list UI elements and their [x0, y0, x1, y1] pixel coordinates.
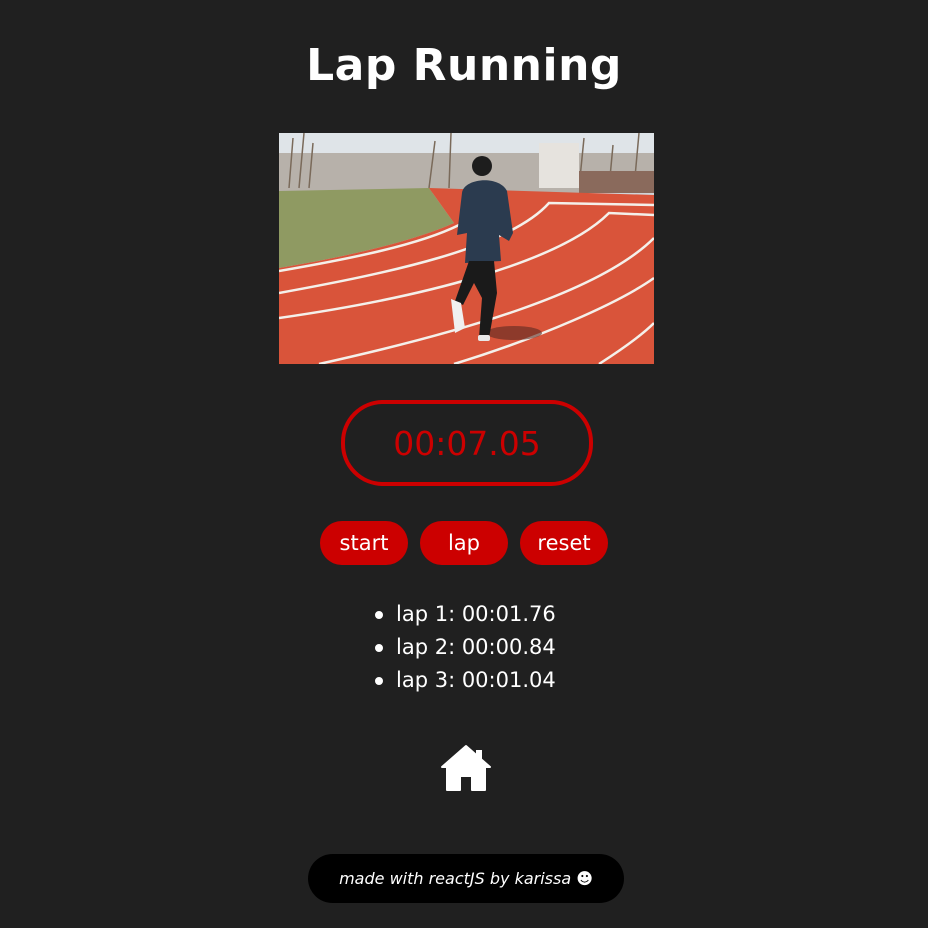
app-page: Lap Running 00:07.05 start lap reset lap…	[0, 0, 928, 928]
footer-credit: made with reactJS by karissa ☻	[308, 854, 624, 903]
lap-button[interactable]: lap	[420, 521, 508, 565]
list-item: lap 1: 00:01.76	[372, 598, 556, 631]
lap-list: lap 1: 00:01.76 lap 2: 00:00.84 lap 3: 0…	[372, 598, 556, 697]
start-button[interactable]: start	[320, 521, 408, 565]
list-item: lap 3: 00:01.04	[372, 664, 556, 697]
runner-track-illustration	[279, 133, 654, 364]
hero-image	[279, 133, 654, 364]
list-item: lap 2: 00:00.84	[372, 631, 556, 664]
stopwatch-display: 00:07.05	[341, 400, 593, 486]
stopwatch-controls: start lap reset	[0, 521, 928, 565]
home-icon[interactable]	[440, 742, 492, 794]
page-title: Lap Running	[306, 40, 622, 91]
reset-button[interactable]: reset	[520, 521, 608, 565]
